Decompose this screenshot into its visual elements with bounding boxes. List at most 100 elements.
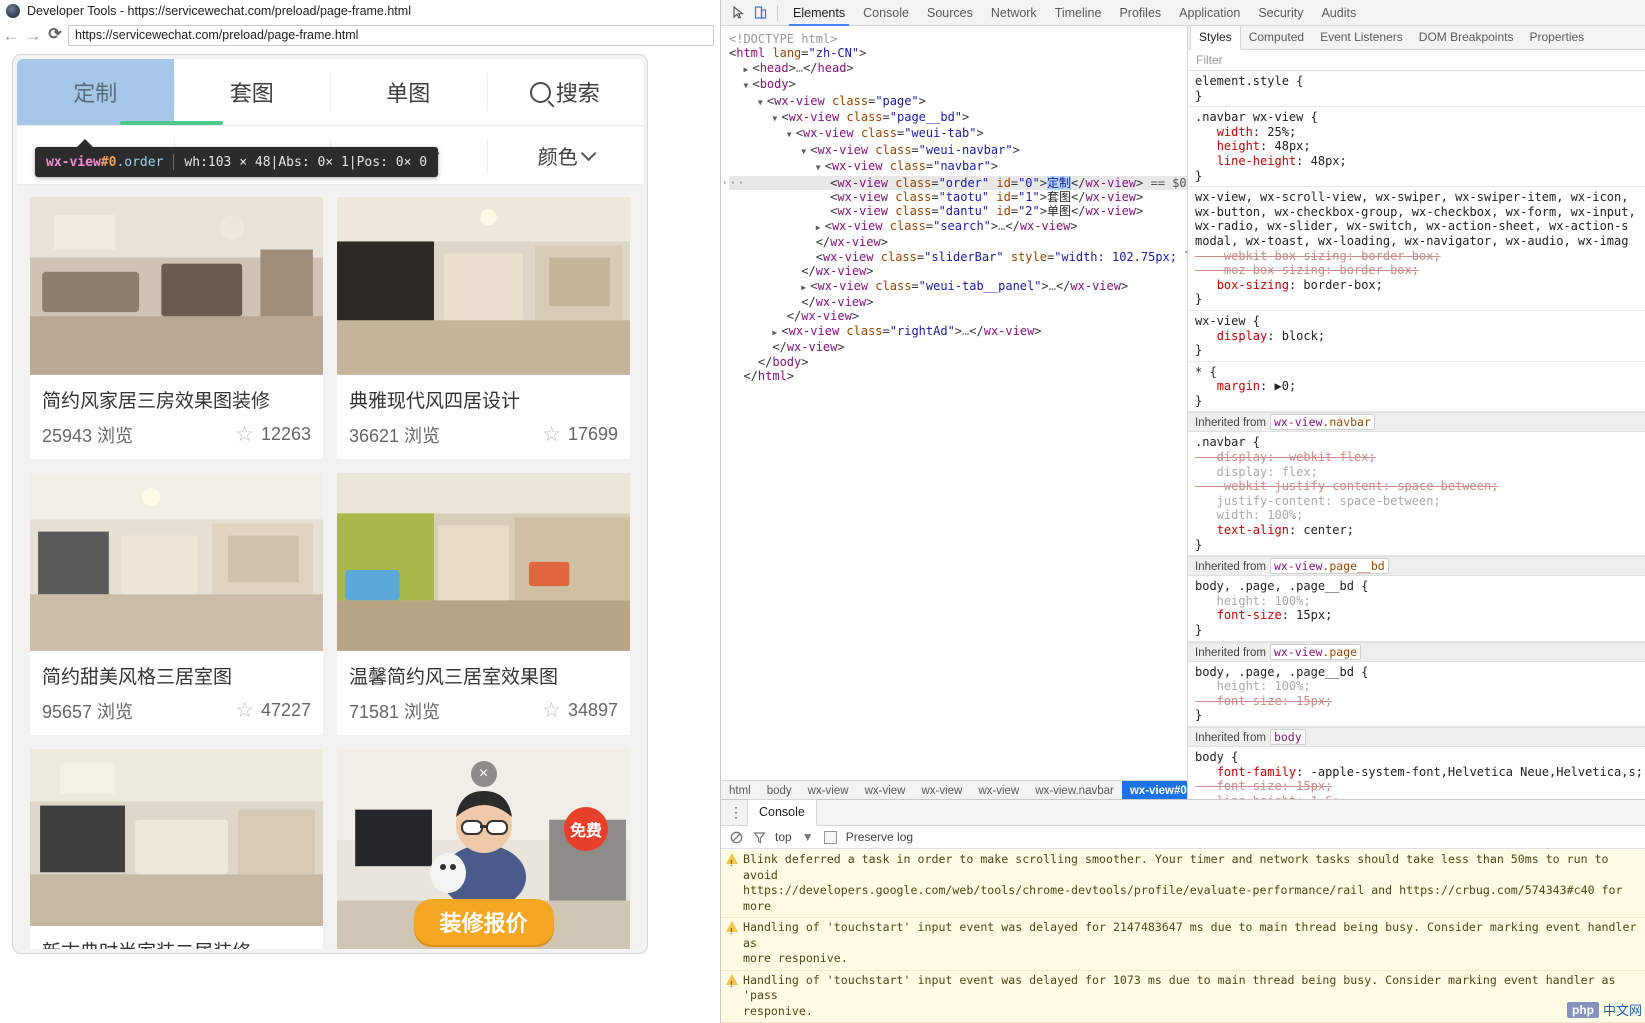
dom-node[interactable]: ▶ <wx-view class="weui-tab__panel">…</wx-…	[729, 279, 1187, 295]
tab-dingzhi-label: 定制	[73, 81, 118, 106]
breadcrumb-item[interactable]: wx-view	[857, 781, 914, 800]
tab-dantu-label: 单图	[386, 81, 431, 106]
room-photo-thumbnail	[30, 472, 323, 651]
more-options-icon[interactable]: ⋮	[725, 799, 747, 825]
console-context-label[interactable]: top	[775, 830, 792, 844]
css-rule[interactable]: wx-view { display: block;}	[1188, 311, 1645, 362]
devtools-tab-profiles[interactable]: Profiles	[1110, 0, 1170, 26]
tab-event-listeners[interactable]: Event Listeners	[1312, 26, 1411, 49]
css-rule[interactable]: .navbar wx-view { width: 25%; height: 48…	[1188, 107, 1645, 188]
dom-node[interactable]: </wx-view>	[729, 264, 1187, 278]
devtools-tab-audits[interactable]: Audits	[1312, 0, 1365, 26]
console-message[interactable]: Handling of 'touchstart' input event was…	[721, 970, 1645, 1023]
card-meta: 95657 浏览 ☆ 47227	[30, 696, 323, 735]
dom-node[interactable]: ▼ <wx-view class="weui-navbar">	[729, 143, 1187, 159]
tab-search[interactable]: 搜索	[486, 59, 644, 125]
devtools-tab-timeline[interactable]: Timeline	[1046, 0, 1111, 26]
tab-dantu[interactable]: 单图	[330, 59, 487, 125]
tab-dingzhi[interactable]: 定制	[17, 59, 174, 125]
tooltip-class: .order	[116, 154, 164, 170]
dom-node[interactable]: ▶ <wx-view class="search">…</wx-view>	[729, 219, 1187, 235]
card-meta: 25943 浏览 ☆ 12263	[30, 420, 323, 459]
css-rule[interactable]: element.style {}	[1188, 71, 1645, 108]
dom-node[interactable]: <!DOCTYPE html>	[729, 32, 1187, 46]
filter-icon[interactable]	[752, 830, 766, 844]
dom-node[interactable]: </wx-view>	[729, 295, 1187, 309]
console-messages[interactable]: Blink deferred a task in order to make s…	[721, 850, 1645, 1023]
dom-node[interactable]: </wx-view>	[729, 309, 1187, 323]
console-message[interactable]: Handling of 'touchstart' input event was…	[721, 918, 1645, 971]
dom-node[interactable]: ▼ <wx-view class="page__bd">	[729, 110, 1187, 126]
inspect-cursor-icon[interactable]	[727, 2, 749, 24]
drawer-tab-console[interactable]: Console	[747, 799, 817, 826]
tab-taotu[interactable]: 套图	[173, 59, 331, 125]
dom-node[interactable]: ▼ <wx-view class="page">	[729, 94, 1187, 110]
address-bar[interactable]: https://servicewechat.com/preload/page-f…	[68, 24, 714, 46]
devtools-tab-console[interactable]: Console	[854, 0, 918, 26]
css-rule[interactable]: body, .page, .page__bd { height: 100%; f…	[1188, 662, 1645, 727]
card-item[interactable]: 温馨简约风三居室效果图 71581 浏览 ☆ 34897	[337, 472, 630, 735]
dom-node[interactable]: <wx-view class="sliderBar" style="width:…	[729, 250, 1187, 264]
dom-node[interactable]: <wx-view class="taotu" id="1">套图</wx-vie…	[729, 190, 1187, 204]
breadcrumb-item[interactable]: html	[721, 781, 759, 800]
breadcrumb-item[interactable]: wx-view	[970, 781, 1027, 800]
breadcrumb[interactable]: html body wx-view wx-view wx-view wx-view wx-v…	[721, 780, 1187, 800]
dom-tree[interactable]: <!DOCTYPE html> <html lang="zh-CN"> ▶ <hea…	[721, 26, 1187, 383]
breadcrumb-item[interactable]: wx-view	[913, 781, 970, 800]
tab-dom-breakpoints[interactable]: DOM Breakpoints	[1411, 26, 1522, 49]
card-item[interactable]: 新古典时尚家装二居装修	[30, 748, 323, 949]
room-photo-thumbnail	[337, 197, 630, 375]
ad-cta-button[interactable]: 装修报价	[413, 898, 554, 945]
card-title: 温馨简约风三居室效果图	[349, 666, 559, 688]
devtools-tab-application[interactable]: Application	[1170, 0, 1249, 26]
dom-node[interactable]: </body>	[729, 355, 1187, 369]
preserve-log-checkbox[interactable]	[823, 830, 837, 844]
tab-styles[interactable]: Styles	[1190, 26, 1241, 50]
styles-filter-input[interactable]: Filter	[1188, 50, 1645, 71]
search-icon	[529, 81, 551, 103]
reload-icon[interactable]: ⟳	[44, 23, 66, 47]
css-rule[interactable]: body { font-family: -apple-system-font,H…	[1188, 747, 1645, 800]
device-toolbar-icon[interactable]	[749, 2, 771, 24]
tooltip-id: #0	[100, 154, 117, 170]
card-item[interactable]: 典雅现代风四居设计 36621 浏览 ☆ 17699	[337, 197, 630, 459]
dom-node[interactable]: ▼ <body>	[729, 77, 1187, 93]
tab-computed[interactable]: Computed	[1241, 26, 1312, 49]
card-item[interactable]: 简约甜美风格三居室图 95657 浏览 ☆ 47227	[30, 472, 323, 735]
devtools-tab-sources[interactable]: Sources	[918, 0, 982, 26]
advertisement-card[interactable]: × 免费 装修报价	[337, 748, 630, 949]
css-rule[interactable]: * { margin: ▶0;}	[1188, 362, 1645, 413]
tab-properties[interactable]: Properties	[1521, 26, 1592, 49]
filter-yanse[interactable]: 颜色	[486, 126, 644, 184]
console-message[interactable]: Blink deferred a task in order to make s…	[721, 850, 1645, 918]
dom-node[interactable]: </wx-view>	[729, 235, 1187, 249]
devtools-tab-network[interactable]: Network	[982, 0, 1046, 26]
dom-node[interactable]: </wx-view>	[729, 340, 1187, 354]
dom-node[interactable]: ▼ <wx-view class="weui-tab">	[729, 126, 1187, 142]
clear-console-icon[interactable]	[729, 830, 743, 844]
breadcrumb-item[interactable]: wx-view	[800, 781, 857, 800]
breadcrumb-item[interactable]: body	[759, 781, 800, 800]
breadcrumb-item[interactable]: wx-view.navbar	[1027, 781, 1122, 800]
tab-slider-bar	[120, 121, 223, 125]
forward-icon[interactable]: →	[22, 23, 44, 47]
dom-node[interactable]: <wx-view class="dantu" id="2">单图</wx-vie…	[729, 204, 1187, 218]
css-rule[interactable]: body, .page, .page__bd { height: 100%; f…	[1188, 576, 1645, 642]
dom-node-selected[interactable]: ··· <wx-view class="order" id="0">定制</wx…	[721, 175, 1187, 191]
dom-node[interactable]: ▶ <wx-view class="rightAd">…</wx-view>	[729, 324, 1187, 340]
css-rule[interactable]: wx-view, wx-scroll-view, wx-swiper, wx-s…	[1188, 187, 1645, 311]
card-favorites: ☆ 12263	[235, 424, 311, 445]
css-rule[interactable]: .navbar { display: -webkit-flex; display…	[1188, 432, 1645, 557]
dom-node[interactable]: </html>	[729, 369, 1187, 383]
dom-node[interactable]: <html lang="zh-CN">	[729, 46, 1187, 60]
dom-node[interactable]: ▶ <head>…</head>	[729, 61, 1187, 77]
back-icon[interactable]: ←	[0, 23, 22, 47]
devtools-tab-security[interactable]: Security	[1249, 0, 1312, 26]
breadcrumb-item[interactable]: wx-view#0.order	[1121, 781, 1187, 800]
card-favorites-count: 17699	[567, 424, 618, 445]
devtools-tab-elements[interactable]: Elements	[784, 0, 854, 26]
card-item[interactable]: 简约风家居三房效果图装修 25943 浏览 ☆ 12263	[30, 197, 323, 459]
dom-node[interactable]: ▼ <wx-view class="navbar">	[729, 159, 1187, 175]
preserve-log-label: Preserve log	[845, 830, 914, 844]
chevron-down-icon[interactable]: ▼	[801, 830, 815, 844]
